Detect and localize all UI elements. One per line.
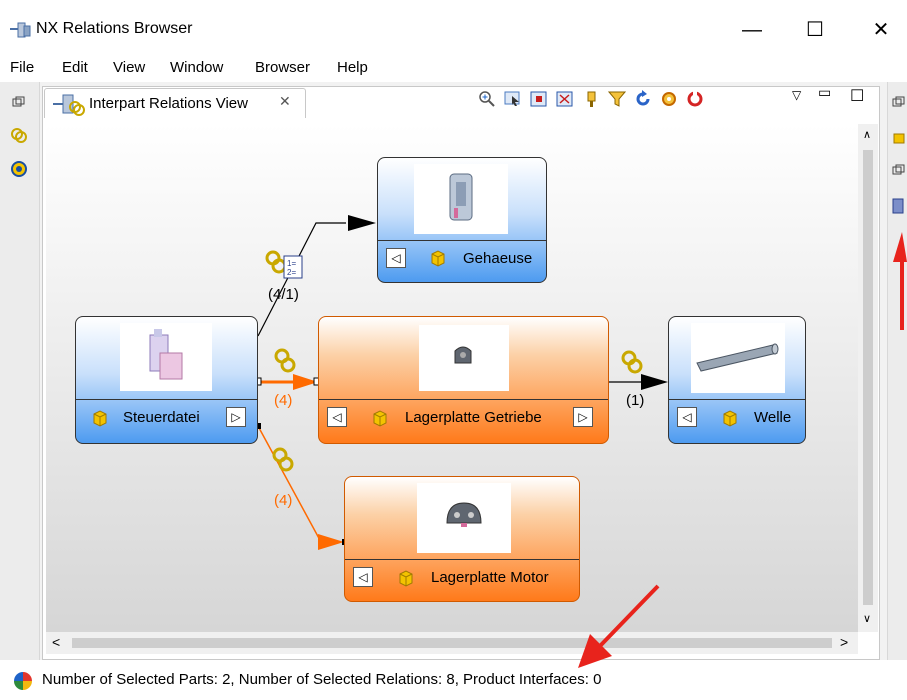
node-label: Lagerplatte Motor: [431, 569, 549, 586]
assembly-navigator-icon[interactable]: [890, 196, 906, 216]
menu-view[interactable]: View: [113, 59, 145, 76]
menu-window[interactable]: Window: [170, 59, 223, 76]
node-steuerdatei[interactable]: Steuerdatei ▷: [75, 316, 258, 444]
link-icon-motor: [272, 447, 294, 472]
part-thumbnail: [419, 325, 509, 391]
link-icon-gehaeuse: 1= 2=: [265, 250, 303, 279]
restore-icon[interactable]: [892, 96, 906, 108]
link-icon-welle: [621, 350, 643, 374]
expand-left-button[interactable]: ◁: [386, 248, 406, 268]
edge-label-getriebe: (4): [274, 392, 293, 409]
status-bar: Number of Selected Parts: 2, Number of S…: [0, 660, 907, 700]
expand-right-button[interactable]: ▷: [573, 407, 593, 427]
svg-text:2=: 2=: [287, 268, 296, 277]
part-thumbnail: [414, 164, 508, 234]
edge-label-welle: (1): [626, 392, 645, 409]
arrowhead-welle: [641, 374, 668, 390]
edge-label-motor: (4): [274, 492, 293, 509]
horizontal-scroll-thumb[interactable]: [72, 638, 832, 648]
minimize-view-icon[interactable]: ▭: [818, 84, 831, 101]
menu-browser[interactable]: Browser: [255, 59, 310, 76]
edge-to-motor: [257, 425, 326, 543]
part-cube-icon: [93, 410, 107, 427]
nx-status-icon: [14, 672, 32, 690]
edge-label-gehaeuse: (4/1): [268, 286, 299, 303]
zoom-box-icon[interactable]: [556, 90, 574, 108]
part-thumbnail: [417, 483, 511, 553]
zoom-in-icon[interactable]: [478, 90, 496, 108]
relations-link-icon[interactable]: [10, 126, 28, 144]
menu-edit[interactable]: Edit: [62, 59, 88, 76]
expand-right-button[interactable]: ▷: [226, 407, 246, 427]
expand-left-button[interactable]: ◁: [677, 407, 697, 427]
part-thumbnail: [120, 323, 212, 391]
scroll-up-icon[interactable]: ∧: [863, 128, 871, 141]
fit-icon[interactable]: [530, 90, 548, 108]
right-trim-bar: [887, 82, 907, 660]
part-cube-icon: [373, 410, 387, 427]
status-text: Number of Selected Parts: 2, Number of S…: [42, 671, 602, 688]
view-menu-chevron-icon[interactable]: ▽: [792, 88, 801, 102]
part-cube-icon[interactable]: [892, 130, 906, 144]
reset-icon[interactable]: [686, 90, 704, 108]
tab-label: Interpart Relations View: [89, 95, 248, 112]
app-icon: [10, 22, 31, 38]
scroll-left-icon[interactable]: <: [52, 634, 60, 650]
relations-view-icon: [53, 94, 85, 116]
link-icon-getriebe: [274, 348, 296, 373]
title-bar: NX Relations Browser — ☐ ✕: [0, 0, 907, 56]
node-label: Steuerdatei: [123, 409, 200, 426]
svg-text:1=: 1=: [287, 259, 296, 268]
part-thumbnail: [691, 323, 785, 393]
refresh-icon[interactable]: [634, 90, 652, 108]
target-icon[interactable]: [10, 160, 28, 178]
paint-icon[interactable]: [582, 90, 600, 108]
node-label: Gehaeuse: [463, 250, 533, 267]
settings-icon[interactable]: [660, 90, 678, 108]
menu-bar: File Edit View Window Browser Help: [0, 56, 907, 82]
menu-help[interactable]: Help: [337, 59, 368, 76]
tab-interpart-relations-view[interactable]: Interpart Relations View ✕: [44, 88, 306, 118]
window-title: NX Relations Browser: [36, 20, 193, 37]
restore-icon[interactable]: [892, 164, 906, 176]
node-label: Welle: [754, 409, 792, 426]
vertical-scroll-thumb[interactable]: [863, 150, 873, 605]
close-button[interactable]: ✕: [866, 18, 896, 42]
node-lagerplatte-motor[interactable]: ◁ Lagerplatte Motor: [344, 476, 580, 602]
vertical-scrollbar[interactable]: ∧ ∨: [858, 124, 878, 632]
minimize-button[interactable]: —: [737, 18, 767, 42]
scroll-right-icon[interactable]: >: [840, 634, 848, 650]
maximize-view-icon[interactable]: ☐: [850, 86, 864, 106]
select-icon[interactable]: [504, 90, 522, 108]
node-lagerplatte-getriebe[interactable]: ◁ Lagerplatte Getriebe ▷: [318, 316, 609, 444]
part-cube-icon: [723, 410, 737, 427]
left-trim-bar: [0, 82, 40, 660]
restore-icon[interactable]: [12, 96, 26, 108]
expand-left-button[interactable]: ◁: [327, 407, 347, 427]
horizontal-scrollbar[interactable]: < >: [46, 632, 858, 654]
arrowhead-gehaeuse: [348, 215, 376, 231]
maximize-button[interactable]: ☐: [800, 18, 830, 42]
close-tab-icon[interactable]: ✕: [279, 93, 291, 110]
part-cube-icon: [431, 250, 445, 267]
expand-left-button[interactable]: ◁: [353, 567, 373, 587]
filter-icon[interactable]: [608, 90, 626, 108]
scroll-down-icon[interactable]: ∨: [863, 612, 871, 625]
node-welle[interactable]: ◁ Welle: [668, 316, 806, 444]
part-cube-icon: [399, 570, 413, 587]
arrowhead-motor: [318, 534, 344, 550]
relations-canvas[interactable]: 1= 2= (4/1) (4) (1) (4) ◁ Gehaeuse Steue…: [46, 124, 858, 632]
node-label: Lagerplatte Getriebe: [405, 409, 542, 426]
menu-file[interactable]: File: [10, 59, 34, 76]
node-gehaeuse[interactable]: ◁ Gehaeuse: [377, 157, 547, 283]
